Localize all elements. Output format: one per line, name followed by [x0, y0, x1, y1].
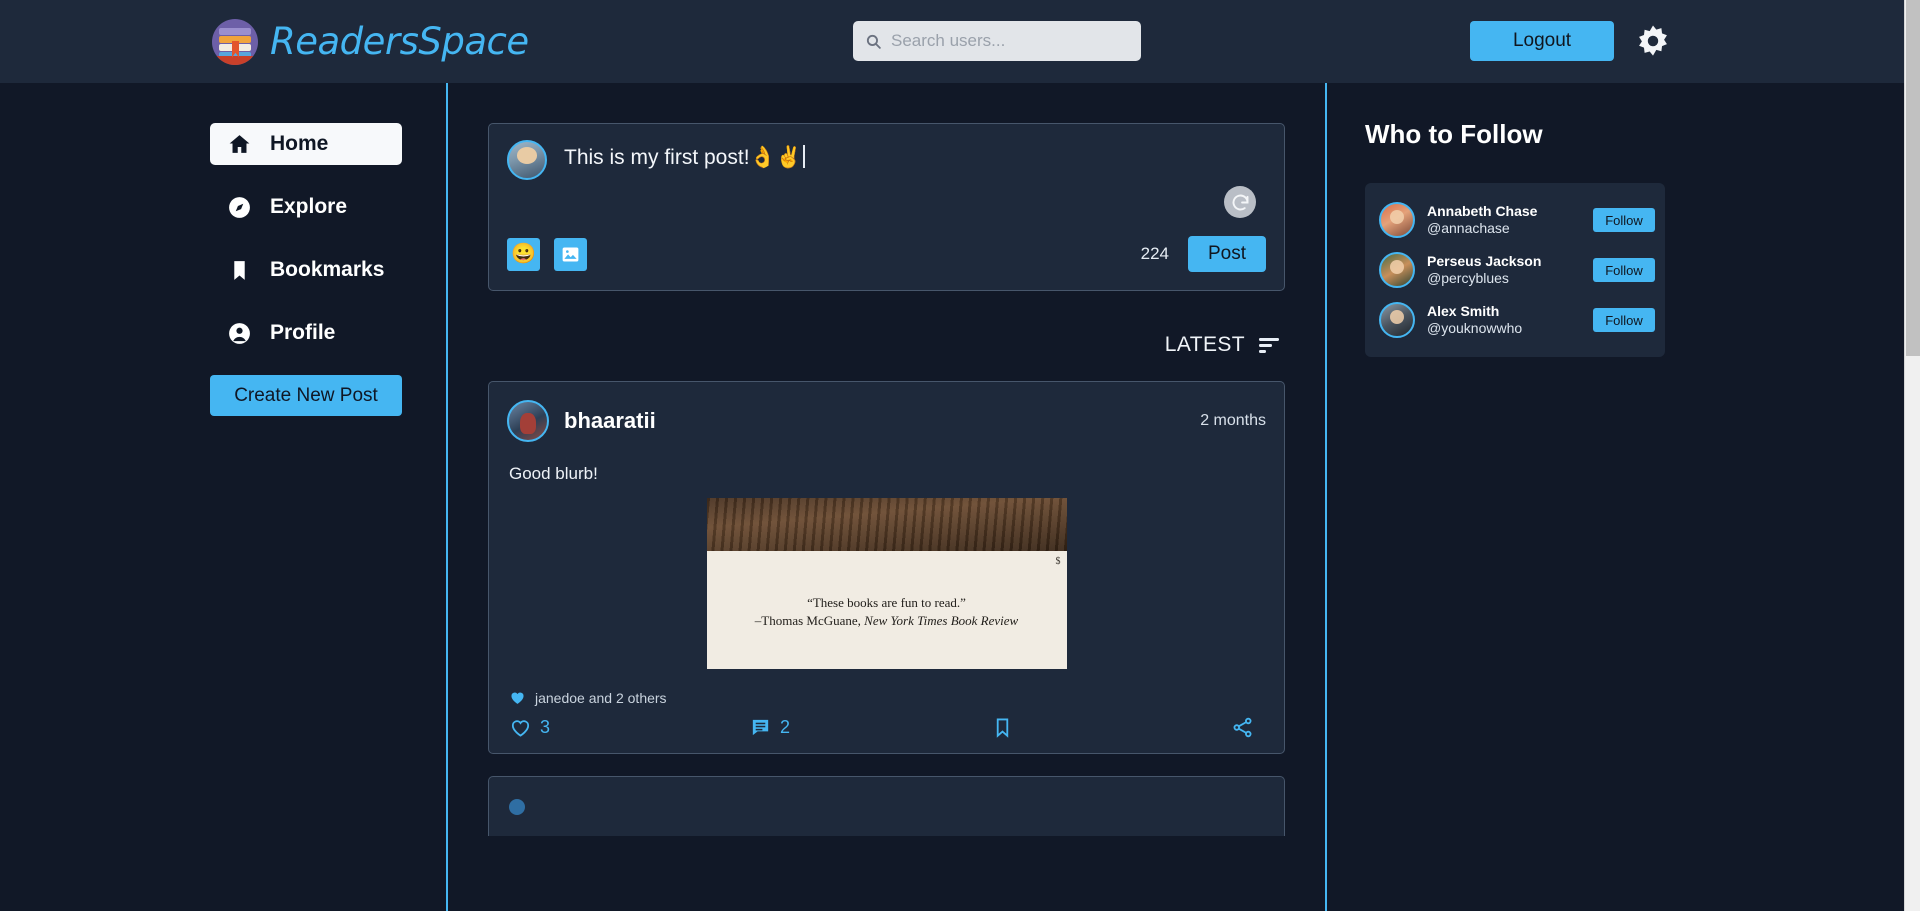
- brand-name: ReadersSpace: [270, 20, 529, 63]
- sort-descending-icon: [1259, 337, 1279, 353]
- share-icon: [1233, 717, 1252, 738]
- media-quote-text: “These books are fun to read.” –Thomas M…: [707, 594, 1067, 629]
- sidebar-item-label: Bookmarks: [270, 258, 385, 281]
- gear-icon: [1639, 25, 1667, 56]
- suggestion-name[interactable]: Perseus Jackson: [1427, 253, 1541, 271]
- like-button[interactable]: 3: [509, 716, 550, 739]
- bookmark-button[interactable]: [991, 716, 1014, 739]
- post-actions: 3 2: [507, 716, 1266, 739]
- sidebar-item-home[interactable]: Home: [210, 123, 402, 165]
- sidebar-item-explore[interactable]: Explore: [210, 186, 402, 228]
- compose-post-card: This is my first post!👌✌ 😀 224 Post: [488, 123, 1285, 291]
- list-item: Alex Smith @youknowwho Follow: [1379, 295, 1655, 345]
- create-new-post-button[interactable]: Create New Post: [210, 375, 402, 416]
- sidebar-item-profile[interactable]: Profile: [210, 312, 402, 354]
- follow-button[interactable]: Follow: [1593, 208, 1655, 232]
- compose-text-value: This is my first post!👌✌: [564, 146, 802, 169]
- media-attribution-author: –Thomas McGuane,: [754, 612, 865, 628]
- suggestion-handle[interactable]: @annachase: [1427, 220, 1537, 238]
- share-button[interactable]: [1231, 716, 1254, 739]
- suggestion-handle[interactable]: @percyblues: [1427, 270, 1541, 288]
- who-to-follow-panel: Who to Follow Annabeth Chase @annachase …: [1327, 83, 1904, 911]
- sidebar-item-label: Home: [270, 132, 329, 155]
- avatar[interactable]: [1379, 202, 1415, 238]
- list-item: Perseus Jackson @percyblues Follow: [1379, 245, 1655, 295]
- emoji-smile-icon[interactable]: 😀: [507, 237, 540, 271]
- character-counter: 224: [1140, 244, 1169, 263]
- person-icon: [227, 321, 252, 346]
- who-to-follow-title: Who to Follow: [1365, 119, 1543, 149]
- feed-column: This is my first post!👌✌ 😀 224 Post LATE…: [448, 83, 1325, 911]
- books-stack-icon: [212, 18, 258, 65]
- post-author-avatar[interactable]: [507, 400, 549, 442]
- sort-label: LATEST: [1164, 333, 1245, 356]
- suggestion-name[interactable]: Annabeth Chase: [1427, 203, 1537, 221]
- post-card: bhaaratii 2 months Good blurb! $ “These …: [488, 381, 1285, 754]
- sidebar-item-label: Explore: [270, 195, 348, 218]
- scrollbar-thumb[interactable]: [1906, 0, 1920, 356]
- heart-filled-icon: [511, 692, 524, 704]
- media-quote-line: “These books are fun to read.”: [807, 595, 966, 610]
- post-timestamp: 2 months: [1200, 412, 1266, 429]
- like-count: 3: [540, 717, 551, 737]
- comment-icon: [752, 719, 769, 736]
- search-icon: [866, 34, 881, 49]
- brand-logo-link[interactable]: ReadersSpace: [212, 18, 529, 65]
- search-box[interactable]: [853, 21, 1141, 61]
- avatar[interactable]: [1379, 302, 1415, 338]
- bookmark-icon: [227, 258, 252, 283]
- page-scrollbar[interactable]: [1904, 0, 1920, 911]
- sort-control[interactable]: LATEST: [488, 333, 1281, 357]
- sidebar: Home Explore Bookmarks Profile Create Ne…: [0, 83, 446, 911]
- post-body-text: Good blurb!: [509, 464, 598, 483]
- settings-button[interactable]: [1634, 22, 1672, 60]
- app-header: ReadersSpace Logout: [0, 0, 1904, 83]
- body-area: Home Explore Bookmarks Profile Create Ne…: [0, 83, 1904, 911]
- bookmark-outline-icon: [996, 718, 1009, 738]
- avatar[interactable]: [1379, 252, 1415, 288]
- progress-spinner-icon: [1224, 186, 1256, 218]
- post-button[interactable]: Post: [1188, 236, 1266, 272]
- current-user-avatar: [507, 140, 547, 180]
- compose-textarea[interactable]: This is my first post!👌✌: [564, 140, 805, 170]
- app-root: ReadersSpace Logout Home: [0, 0, 1904, 911]
- follow-button[interactable]: Follow: [1593, 308, 1655, 332]
- media-attribution-line: –Thomas McGuane, New York Times Book Rev…: [707, 612, 1067, 630]
- media-corner-mark: $: [1055, 556, 1061, 567]
- next-post-avatar-partial: [509, 799, 525, 815]
- media-attribution-source: New York Times Book Review: [864, 612, 1019, 628]
- sidebar-item-bookmarks[interactable]: Bookmarks: [210, 249, 402, 291]
- post-media-image[interactable]: $ “These books are fun to read.” –Thomas…: [706, 498, 1067, 669]
- post-author-username[interactable]: bhaaratii: [564, 408, 656, 434]
- comment-count: 2: [780, 717, 791, 737]
- suggestion-name[interactable]: Alex Smith: [1427, 303, 1522, 321]
- image-upload-icon[interactable]: [554, 237, 587, 271]
- who-to-follow-list: Annabeth Chase @annachase Follow Perseus…: [1365, 183, 1665, 357]
- logout-button[interactable]: Logout: [1470, 21, 1614, 61]
- sidebar-item-label: Profile: [270, 321, 336, 344]
- post-likes-summary: janedoe and 2 others: [509, 689, 1266, 706]
- comment-button[interactable]: 2: [749, 716, 790, 739]
- search-input[interactable]: [891, 31, 1129, 51]
- home-icon: [227, 132, 252, 157]
- media-wood-surface: [706, 498, 1067, 551]
- likes-summary-text: janedoe and 2 others: [535, 689, 667, 706]
- list-item: Annabeth Chase @annachase Follow: [1379, 195, 1655, 245]
- text-caret: [802, 145, 805, 168]
- follow-button[interactable]: Follow: [1593, 258, 1655, 282]
- next-post-card-partial: [488, 776, 1285, 836]
- heart-outline-icon: [511, 720, 530, 737]
- suggestion-handle[interactable]: @youknowwho: [1427, 320, 1522, 338]
- compass-icon: [227, 195, 252, 220]
